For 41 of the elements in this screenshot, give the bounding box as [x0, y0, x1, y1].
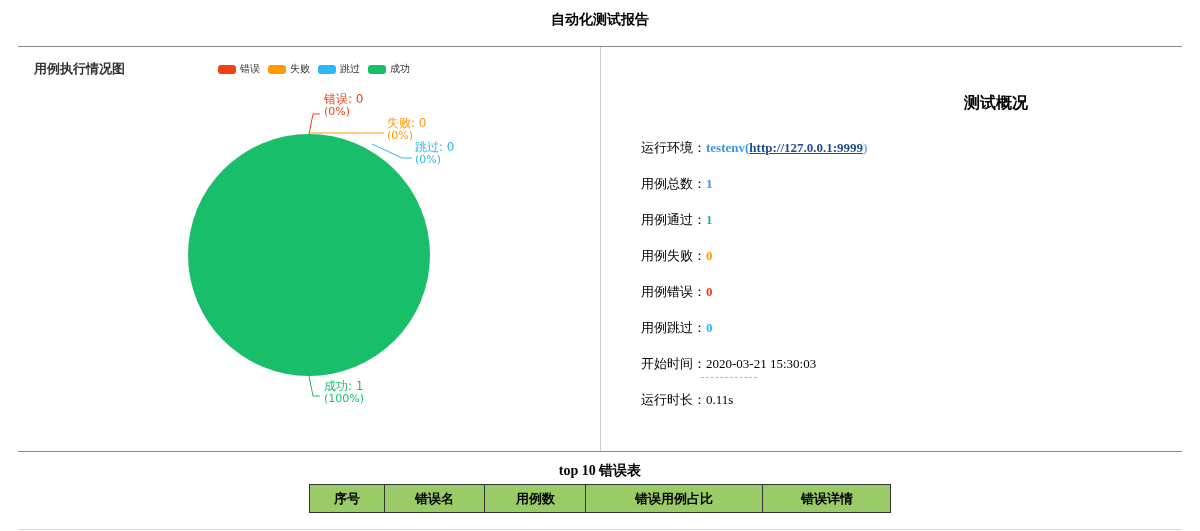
- slice-label: 成功: 1: [324, 379, 364, 393]
- legend-item[interactable]: 成功: [368, 62, 410, 76]
- summary-label: 用例通过：: [641, 212, 706, 227]
- slice-percent: (0%): [324, 105, 351, 118]
- summary-label: 用例失败：: [641, 248, 706, 263]
- summary-label: 用例错误：: [641, 284, 706, 299]
- chart-title: 用例执行情况图: [34, 60, 126, 78]
- leader-line: [308, 375, 321, 397]
- env-link[interactable]: http://127.0.0.1:9999: [749, 140, 864, 155]
- slice-percent: (100%): [324, 392, 365, 405]
- slice-label: 失败: 0: [387, 116, 427, 130]
- legend-item[interactable]: 错误: [218, 62, 260, 76]
- slice-label: 跳过: 0: [415, 140, 455, 154]
- table-title: top 10 错误表: [557, 462, 643, 480]
- summary-label: 用例跳过：: [641, 320, 706, 335]
- count-value: 0: [706, 320, 713, 335]
- summary-value: 0.11s: [706, 392, 734, 407]
- column-header: 错误用例占比: [585, 484, 763, 513]
- column-header: 序号: [309, 484, 385, 513]
- summary-label: 运行环境：: [641, 140, 706, 155]
- legend-item[interactable]: 失败: [268, 62, 310, 76]
- slice-label: 错误: 0: [324, 92, 364, 106]
- summary-label: 用例总数：: [641, 176, 706, 191]
- env-suffix: ): [863, 140, 868, 155]
- count-value: 0: [706, 248, 713, 263]
- env-name: testenv(: [706, 140, 750, 155]
- column-header: 错误详情: [762, 484, 891, 513]
- legend-item[interactable]: 跳过: [318, 62, 360, 76]
- leader-line: [371, 143, 413, 159]
- column-header: 用例数: [484, 484, 586, 513]
- summary-label: 运行时长：: [641, 392, 706, 407]
- slice-percent: (0%): [387, 129, 414, 142]
- count-value: 0: [706, 284, 713, 299]
- count-value: 1: [706, 212, 713, 227]
- column-header: 错误名: [384, 484, 485, 513]
- summary-title: 测试概况: [962, 93, 1029, 113]
- report-title: 自动化测试报告: [550, 11, 650, 29]
- count-value: 1: [706, 176, 713, 191]
- slice-percent: (0%): [415, 153, 442, 166]
- summary-label: 开始时间：: [641, 356, 706, 371]
- summary-value: 2020-03-21 15:30:03: [706, 356, 817, 371]
